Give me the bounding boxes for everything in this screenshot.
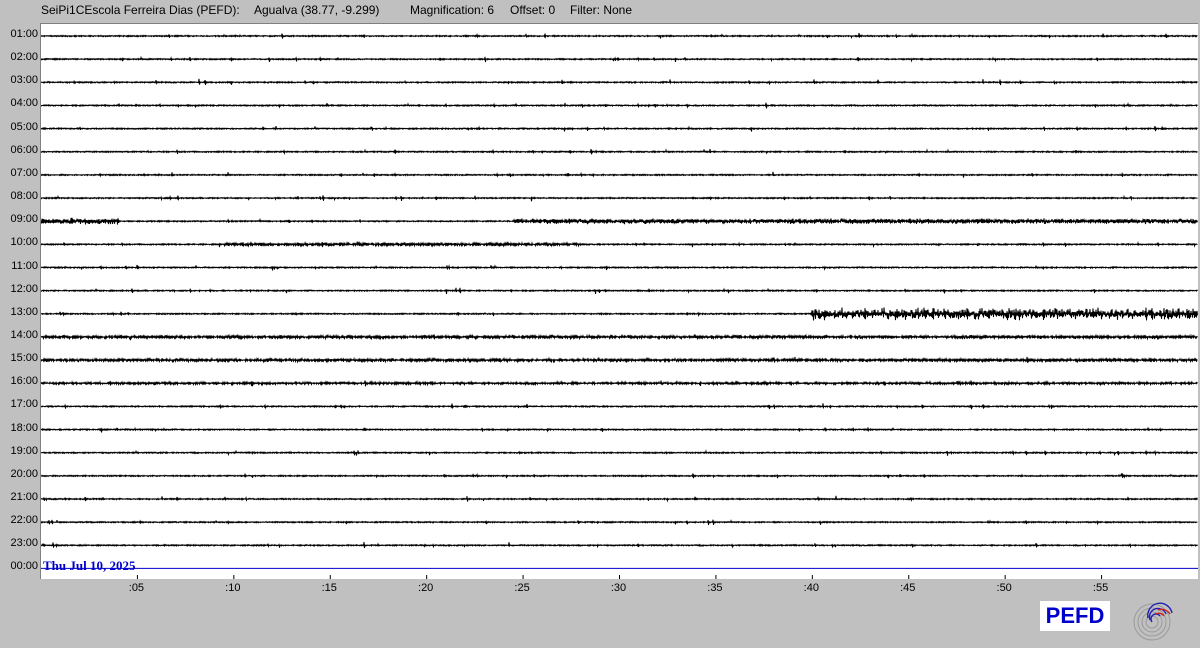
trace-line	[41, 148, 1198, 156]
hour-label: 08:00	[10, 190, 38, 203]
hour-label: 05:00	[10, 120, 38, 133]
hour-label: 07:00	[10, 166, 38, 179]
minute-label: :55	[1092, 582, 1109, 594]
hour-label: 02:00	[10, 51, 38, 64]
trace-line	[41, 449, 1198, 457]
minute-label: :45	[900, 582, 916, 594]
hour-label: 03:00	[10, 74, 38, 87]
trace-line	[41, 240, 1198, 249]
hour-label: 16:00	[10, 375, 38, 388]
date-label: Thu Jul 10, 2025	[43, 558, 136, 573]
seismograph-spiral-icon	[1133, 602, 1173, 641]
trace-line	[41, 125, 1198, 132]
hour-label: 00:00	[10, 560, 38, 573]
station-name: SeiPi1CEscola Ferreira Dias (PEFD):	[41, 3, 240, 17]
hour-label: 15:00	[10, 352, 38, 365]
hour-label: 23:00	[10, 537, 38, 550]
trace-line	[41, 171, 1198, 178]
trace-line	[41, 307, 1198, 321]
trace-line	[41, 426, 1198, 433]
hour-label: 21:00	[10, 491, 38, 503]
hour-label: 13:00	[10, 305, 38, 318]
trace-line	[41, 356, 1198, 364]
trace-line	[41, 403, 1198, 410]
offset-readout: Offset: 0	[510, 3, 556, 17]
minute-label: :15	[321, 582, 337, 594]
hour-label: 20:00	[10, 467, 38, 480]
trace-line	[41, 32, 1198, 40]
minute-label: :05	[128, 582, 145, 594]
hour-label: 04:00	[10, 97, 38, 110]
trace-line	[41, 194, 1198, 202]
minute-label: :50	[996, 582, 1012, 594]
minute-label: :25	[514, 582, 530, 594]
seismic-traces	[41, 32, 1198, 579]
minute-label: :40	[803, 582, 819, 594]
trace-line	[41, 541, 1198, 549]
trace-line	[41, 287, 1198, 295]
hour-label: 18:00	[10, 421, 38, 434]
hour-label: 17:00	[10, 398, 38, 411]
trace-line	[41, 379, 1198, 387]
trace-line	[41, 55, 1198, 63]
minute-label: :10	[225, 582, 241, 594]
hour-label: 10:00	[10, 236, 38, 249]
minute-label: :30	[610, 582, 627, 594]
trace-line	[41, 519, 1198, 526]
minute-label: :35	[707, 582, 723, 594]
trace-line	[41, 472, 1198, 479]
helicorder-plot	[40, 23, 1198, 579]
hour-label: 06:00	[10, 143, 38, 156]
hour-label: 09:00	[10, 213, 38, 226]
trace-line	[41, 102, 1198, 109]
trace-line	[41, 78, 1198, 86]
station-badge: PEFD	[1040, 601, 1110, 631]
trace-line	[41, 217, 1198, 225]
hour-label: 19:00	[10, 444, 38, 457]
magnification-readout: Magnification: 6	[410, 3, 495, 17]
trace-line	[41, 333, 1198, 341]
hour-label: 11:00	[11, 259, 38, 272]
trace-line	[41, 264, 1198, 271]
hour-label: 12:00	[10, 282, 38, 295]
hour-label: 14:00	[10, 328, 38, 341]
minute-label: :20	[418, 582, 434, 594]
hour-label: 01:00	[10, 28, 38, 40]
filter-readout: Filter: None	[570, 3, 633, 17]
trace-line	[41, 495, 1198, 503]
hour-label: 22:00	[10, 514, 38, 527]
location-coordinates: Agualva (38.77, -9.299)	[254, 3, 380, 17]
